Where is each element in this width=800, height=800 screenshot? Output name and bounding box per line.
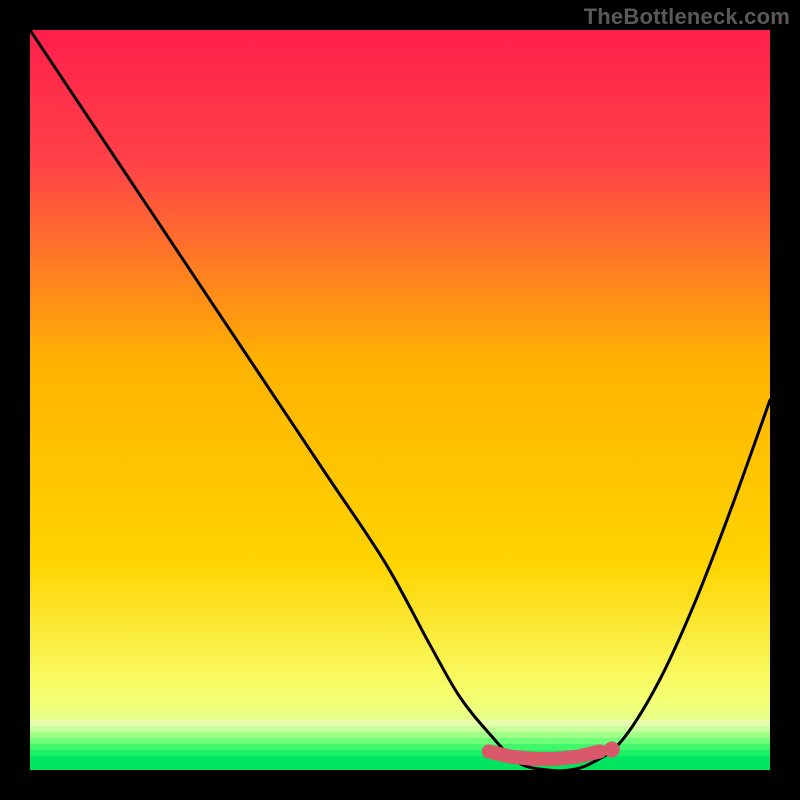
bottom-bands [30, 720, 770, 770]
chart-frame: TheBottleneck.com [0, 0, 800, 800]
watermark-text: TheBottleneck.com [584, 4, 790, 30]
bottleneck-chart [30, 30, 770, 770]
gradient-background [30, 30, 770, 770]
